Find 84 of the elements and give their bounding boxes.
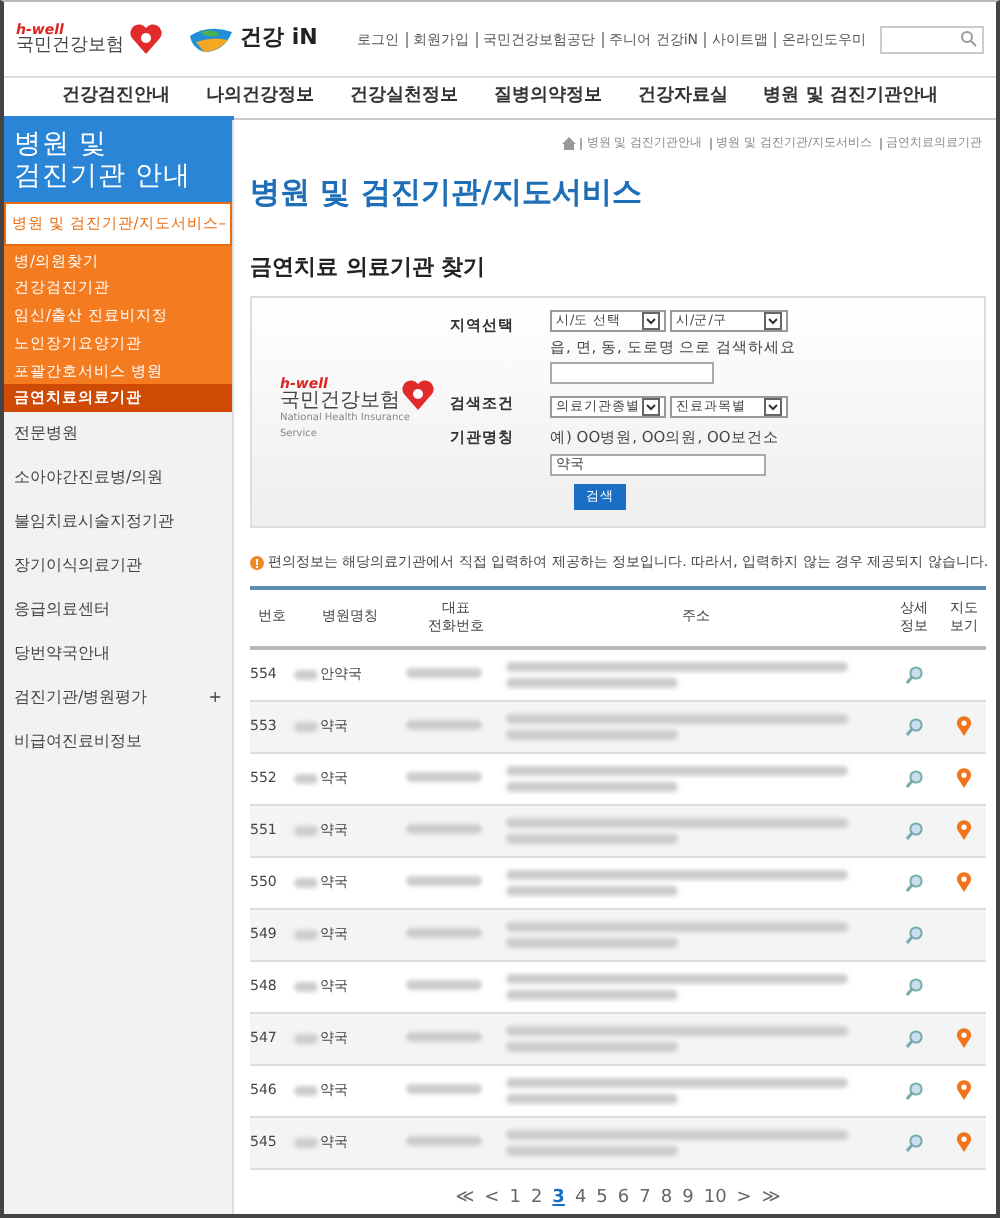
search-field[interactable] <box>880 25 984 53</box>
page-link[interactable]: 8 <box>660 1185 673 1212</box>
search-icon <box>960 30 978 48</box>
info-icon <box>250 556 264 570</box>
magnifier-icon <box>905 873 923 892</box>
redacted-text <box>294 877 318 888</box>
page-link[interactable]: ≪ <box>455 1185 475 1212</box>
heart-logo-icon <box>400 378 436 413</box>
redacted-text <box>406 1032 482 1042</box>
map-pin-icon[interactable] <box>956 1028 972 1049</box>
page-link[interactable]: 9 <box>682 1185 694 1212</box>
section-title: 금연치료 의료기관 찾기 <box>250 251 488 283</box>
page-link[interactable]: 4 <box>574 1185 587 1212</box>
page-title: 병원 및 검진기관/지도서비스 <box>250 172 644 214</box>
brand-logo-icon <box>188 24 234 54</box>
map-pin-icon[interactable] <box>956 872 972 893</box>
magnifier-icon <box>905 1081 923 1100</box>
redacted-text <box>406 772 482 782</box>
page-link[interactable]: ≫ <box>761 1185 781 1212</box>
page-link[interactable]: > <box>736 1185 752 1212</box>
sidebar-item[interactable]: 전문병원 <box>14 422 78 447</box>
page-link[interactable]: 1 <box>509 1185 521 1212</box>
page-link[interactable]: 6 <box>617 1185 630 1212</box>
redacted-text <box>406 824 482 834</box>
magnifier-icon <box>905 1133 923 1152</box>
caret-icon <box>764 312 782 330</box>
brand-name: 건강 iN <box>240 22 318 55</box>
sidebar-item[interactable]: 불임치료시술지정기관 <box>14 510 174 535</box>
page-link[interactable]: 2 <box>530 1185 543 1212</box>
page-link[interactable]: 7 <box>639 1185 651 1212</box>
page-link[interactable]: 5 <box>596 1185 608 1212</box>
magnifier-icon <box>905 665 923 684</box>
sidebar-item[interactable]: 비급여진료비정보 <box>14 730 142 755</box>
nav-item[interactable]: 질병의약정보 <box>493 84 602 112</box>
redacted-text <box>294 981 318 992</box>
sidebar-item[interactable]: 장기이식의료기관 <box>14 554 142 579</box>
nav-item[interactable]: 건강검진안내 <box>61 84 170 112</box>
redacted-text <box>294 825 318 836</box>
sidebar-item[interactable]: 응급의료센터 <box>14 598 110 623</box>
map-pin-icon[interactable] <box>956 820 972 841</box>
logo-text: 국민건강보험 <box>16 37 124 55</box>
nav-item[interactable]: 병원 및 검진기관안내 <box>763 84 939 112</box>
map-pin-icon[interactable] <box>956 768 972 789</box>
logo-text: 국민건강보험 <box>280 392 400 413</box>
redacted-text <box>294 1033 318 1044</box>
magnifier-icon <box>905 925 923 944</box>
nav-item[interactable]: 건강자료실 <box>637 84 728 112</box>
expand-toggle[interactable]: + <box>208 686 222 711</box>
magnifier-icon <box>905 769 923 788</box>
map-pin-icon[interactable] <box>956 1132 972 1153</box>
home-icon <box>562 136 577 150</box>
redacted-text <box>294 721 318 732</box>
page-link[interactable]: 10 <box>703 1185 727 1212</box>
magnifier-icon <box>905 977 923 996</box>
redacted-text <box>406 876 482 886</box>
sidebar-item[interactable]: 당번약국안내 <box>14 642 110 667</box>
redacted-text <box>294 669 318 680</box>
redacted-text <box>294 1137 318 1148</box>
heart-logo-icon <box>128 22 164 56</box>
nav-item[interactable]: 건강실천정보 <box>349 84 458 112</box>
magnifier-icon <box>905 1029 923 1048</box>
caret-icon <box>642 398 660 417</box>
magnifier-icon <box>905 821 923 840</box>
sidebar-title: 병원 및 검진기관 안내 <box>4 120 232 203</box>
nav-item[interactable]: 나의건강정보 <box>205 84 314 112</box>
caret-icon <box>764 398 782 417</box>
redacted-text <box>406 668 482 678</box>
page-link[interactable]: < <box>484 1185 500 1212</box>
redacted-text <box>406 1084 482 1094</box>
map-pin-icon[interactable] <box>956 716 972 737</box>
input-field[interactable] <box>550 362 714 385</box>
magnifier-icon <box>905 717 923 736</box>
sidebar-item[interactable]: 검진기관/병원평가 <box>14 686 148 711</box>
map-pin-icon[interactable] <box>956 1080 972 1101</box>
redacted-text <box>406 928 482 938</box>
redacted-text <box>406 980 482 990</box>
redacted-text <box>406 1136 482 1146</box>
redacted-text <box>406 720 482 730</box>
caret-icon <box>642 312 660 330</box>
redacted-text <box>294 1085 318 1096</box>
redacted-text <box>294 773 318 784</box>
redacted-text <box>294 929 318 940</box>
page-link[interactable]: 3 <box>552 1185 565 1212</box>
sidebar-item[interactable]: 소아야간진료병/의원 <box>14 466 164 491</box>
